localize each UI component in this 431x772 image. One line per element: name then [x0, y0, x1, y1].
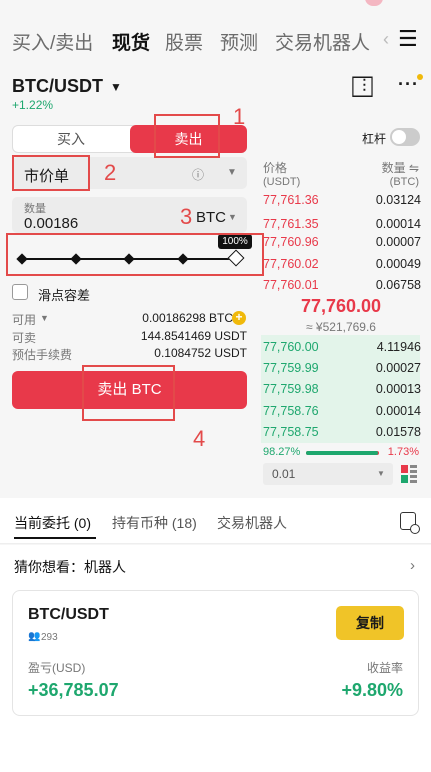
leverage-toggle[interactable]: [390, 128, 420, 146]
price-header: 价格: [263, 161, 288, 175]
ask-qty: 0.06758: [375, 278, 421, 292]
bid-row[interactable]: 77,758.75 0.01578: [263, 420, 421, 444]
annotation-box-1: [154, 114, 220, 158]
ask-price: 77,761.36: [263, 193, 319, 207]
available-label: 可用: [12, 313, 37, 327]
ask-qty: 0.03124: [375, 193, 421, 207]
fee-value: 0.1084752 USDT: [154, 346, 247, 360]
rate-value: +9.80%: [341, 680, 403, 700]
chevron-right-icon[interactable]: ›: [410, 557, 415, 574]
top-nav: 买入/卖出 现货 股票 预测 交易机器人 ‹ ☰: [0, 0, 431, 78]
notification-dot: [417, 74, 423, 80]
ask-qty: 0.00049: [375, 257, 421, 271]
annotation-box-3: [6, 233, 264, 276]
ask-row[interactable]: 77,760.96 0.00007: [263, 230, 421, 254]
precision-value: 0.01: [272, 467, 296, 481]
last-price[interactable]: 77,760.00: [262, 296, 420, 317]
tab-open-orders-count: (0): [73, 515, 92, 531]
more-icon[interactable]: ···: [398, 74, 419, 95]
annotation-label-4: 4: [193, 426, 206, 451]
price-unit: (USDT): [263, 176, 301, 188]
rate-label: 收益率: [366, 661, 403, 675]
leverage-label: 杠杆: [362, 132, 387, 146]
quantity-label: 数量: [24, 203, 46, 215]
add-funds-icon[interactable]: +: [232, 311, 246, 325]
qty-header[interactable]: 数量 ⇋: [382, 159, 419, 176]
available-dropdown-icon[interactable]: ▼: [40, 313, 49, 323]
bid-qty: 0.00014: [375, 404, 421, 418]
tab-holdings-count: (18): [171, 515, 197, 531]
bid-row[interactable]: 77,759.98 0.00013: [263, 377, 421, 401]
pair-dropdown-icon[interactable]: ▼: [110, 80, 122, 94]
annotation-label-1: 1: [233, 104, 246, 129]
quantity-unit[interactable]: BTC: [196, 209, 226, 226]
card-symbol: BTC/USDT: [28, 606, 109, 623]
ask-price: 77,760.96: [263, 235, 319, 249]
bid-ratio: 98.27%: [263, 446, 301, 458]
pair-symbol[interactable]: BTC/USDT: [12, 76, 103, 97]
tab-trading-bot[interactable]: 交易机器人: [275, 28, 370, 55]
more-tabs-icon[interactable]: ‹: [383, 29, 389, 50]
annotation-label-2: 2: [104, 160, 117, 185]
card-users: 293: [41, 632, 58, 643]
ask-qty: 0.00014: [375, 217, 421, 231]
bid-price: 77,760.00: [263, 340, 319, 354]
info-icon[interactable]: ⓘ: [192, 166, 204, 183]
bid-price: 77,759.98: [263, 382, 319, 396]
qty-unit: (BTC): [389, 176, 419, 188]
bid-qty: 0.00027: [375, 361, 421, 375]
candlestick-icon[interactable]: ⫶⃞: [362, 76, 367, 97]
ratio-bar: [306, 451, 379, 455]
bid-price: 77,759.99: [263, 361, 319, 375]
ratio-bar-fill: [306, 451, 378, 455]
orderbook-layout-icon[interactable]: [401, 465, 417, 483]
slippage-checkbox[interactable]: [12, 284, 28, 300]
pnl-value: +36,785.07: [28, 680, 119, 700]
bid-qty: 0.01578: [375, 425, 421, 439]
bid-qty: 0.00013: [375, 382, 421, 396]
bid-price: 77,758.75: [263, 425, 319, 439]
annotation-box-2: [12, 155, 90, 191]
badge-dot: [365, 0, 383, 6]
menu-icon[interactable]: ☰: [398, 26, 418, 52]
quantity-value: 0.00186: [24, 215, 79, 232]
ask-price: 77,760.02: [263, 257, 319, 271]
fee-label: 预估手续费: [12, 348, 73, 362]
bid-price: 77,758.76: [263, 404, 319, 418]
suggestion-title: 猜你想看：机器人: [14, 559, 126, 575]
ask-price: 77,760.01: [263, 278, 319, 292]
available-value: 0.00186298 BTC: [142, 311, 233, 325]
precision-dropdown-icon[interactable]: ▼: [377, 469, 385, 478]
tab-predict[interactable]: 预测: [220, 28, 258, 55]
ask-row[interactable]: 77,760.01 0.06758: [263, 273, 421, 297]
active-tab-indicator: [14, 537, 96, 539]
ask-qty: 0.00007: [375, 235, 421, 249]
sellable-value: 144.8541469 USDT: [140, 329, 247, 343]
tab-holdings-label: 持有币种: [112, 515, 168, 531]
ask-row[interactable]: 77,761.36 0.03124: [263, 188, 421, 212]
annotation-label-3: 3: [180, 204, 193, 229]
pnl-label: 盈亏(USD): [28, 661, 86, 675]
slippage-label: 滑点容差: [38, 288, 91, 303]
tab-stocks[interactable]: 股票: [165, 28, 203, 55]
users-icon: 👥: [28, 631, 41, 642]
annotation-box-4: [82, 365, 175, 421]
buy-button[interactable]: 买入: [12, 125, 130, 153]
copy-button[interactable]: 复制: [336, 606, 404, 640]
tab-holdings[interactable]: 持有币种 (18): [112, 513, 197, 533]
tab-spot[interactable]: 现货: [112, 28, 150, 55]
unit-dropdown-icon[interactable]: ▼: [228, 212, 237, 222]
bid-qty: 4.11946: [376, 340, 421, 354]
pair-change: +1.22%: [12, 98, 54, 112]
tab-open-orders[interactable]: 当前委托 (0): [14, 513, 91, 533]
order-type-dropdown-icon[interactable]: ▼: [227, 167, 237, 178]
last-price-cny: ≈ ¥521,769.6: [306, 320, 376, 334]
tab-bots[interactable]: 交易机器人: [217, 513, 287, 533]
order-history-icon[interactable]: [400, 512, 420, 534]
sellable-label: 可卖: [12, 331, 37, 345]
ask-ratio: 1.73%: [387, 446, 419, 458]
tab-buy-sell[interactable]: 买入/卖出: [12, 28, 93, 55]
tab-open-orders-label: 当前委托: [14, 515, 70, 531]
ask-price: 77,761.35: [263, 217, 319, 231]
